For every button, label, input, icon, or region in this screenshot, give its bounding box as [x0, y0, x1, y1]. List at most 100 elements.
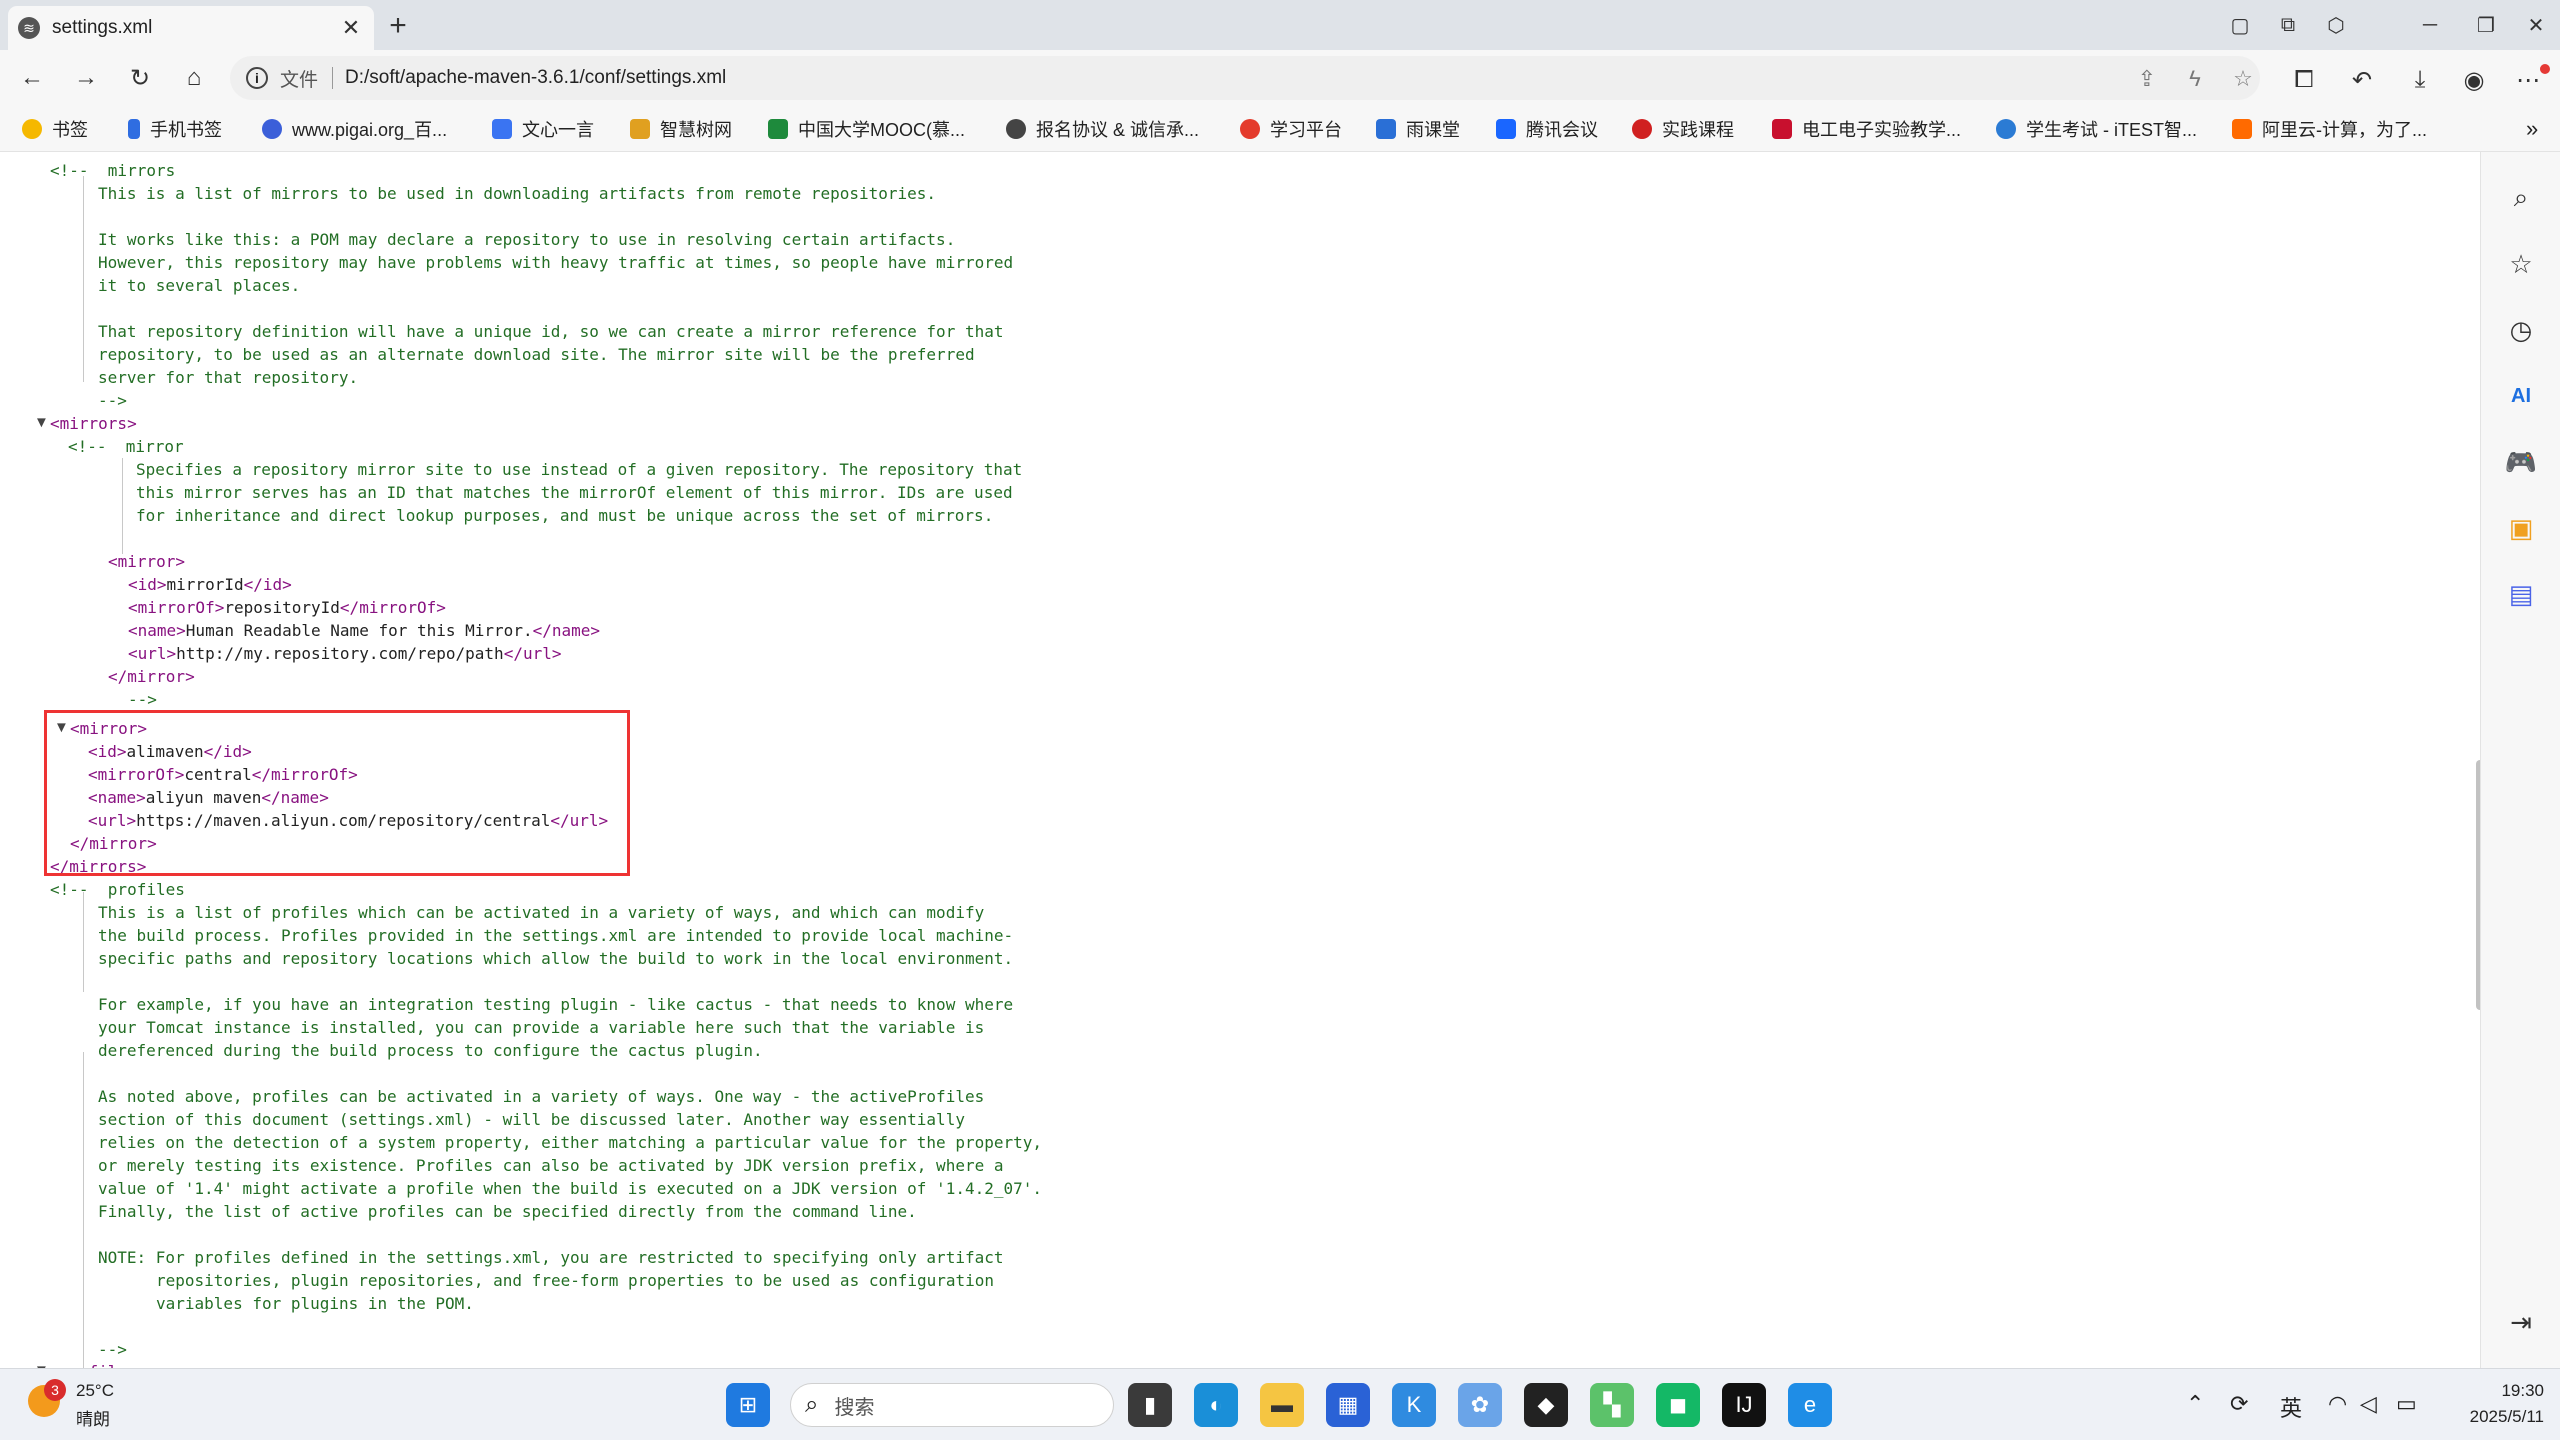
bookmark-item[interactable]: www.pigai.org_百...: [262, 116, 447, 142]
intellij-app-icon[interactable]: IJ: [1722, 1383, 1766, 1427]
address-bar[interactable]: i 文件 D:/soft/apache-maven-3.6.1/conf/set…: [230, 56, 2260, 100]
rain-classroom-icon: [1376, 119, 1396, 139]
address-separator: [332, 67, 334, 89]
ime-indicator[interactable]: 英: [2280, 1391, 2302, 1423]
site-info-icon[interactable]: i: [246, 67, 268, 89]
sidebar-tools-icon[interactable]: ▣: [2501, 508, 2541, 548]
edge-ai-app-icon[interactable]: e: [1788, 1383, 1832, 1427]
maximize-icon[interactable]: ❐: [2466, 8, 2506, 42]
code-line: or merely testing its existence. Profile…: [98, 1156, 1004, 1175]
clock-time[interactable]: 19:30: [2444, 1381, 2544, 1401]
home-icon[interactable]: ⌂: [176, 60, 212, 96]
sidebar-translate-icon[interactable]: ▤: [2501, 574, 2541, 614]
practice-course-icon: [1632, 119, 1652, 139]
highlight-box: [44, 710, 630, 876]
code-line: Finally, the list of active profiles can…: [98, 1202, 917, 1221]
code-line: for inheritance and direct lookup purpos…: [136, 506, 994, 525]
workspaces-icon[interactable]: ⧉: [2268, 8, 2308, 42]
sidebar-history-icon[interactable]: ◷: [2501, 310, 2541, 350]
bookmark-item[interactable]: 书签: [22, 116, 88, 142]
wenxin-icon: [492, 119, 512, 139]
close-tab-icon[interactable]: ✕: [338, 15, 364, 41]
tab-actions-icon[interactable]: ▢: [2220, 8, 2260, 42]
extensions-toolbar-icon[interactable]: ⧠: [2286, 62, 2322, 98]
code-line: section of this document (settings.xml) …: [98, 1110, 965, 1129]
bookmark-item[interactable]: 中国大学MOOC(慕...: [768, 116, 965, 142]
bookmark-item[interactable]: 学生考试 - iTEST智...: [1996, 116, 2197, 142]
code-line: <url>http://my.repository.com/repo/path<…: [128, 644, 562, 663]
bookmark-item[interactable]: 手机书签: [128, 116, 222, 142]
bookmark-item[interactable]: 智慧树网: [630, 116, 732, 142]
indent-guide: [122, 458, 123, 554]
edge-page-icon: [1006, 119, 1026, 139]
code-line: It works like this: a POM may declare a …: [98, 230, 956, 249]
file-explorer-icon[interactable]: ▬: [1260, 1383, 1304, 1427]
taskbar-search[interactable]: ⌕ 搜索: [790, 1383, 1114, 1427]
edge-sidebar: ⌕ ☆ ◷ AI 🎮 ▣ ▤ ⇥: [2480, 152, 2560, 1368]
downloads-icon[interactable]: ⤓: [2402, 62, 2438, 98]
tab-title: settings.xml: [52, 17, 153, 38]
terminal-app-icon[interactable]: ◆: [1524, 1383, 1568, 1427]
new-tab-button[interactable]: +: [380, 8, 416, 44]
code-line: <!-- mirrors: [50, 161, 176, 180]
study-platform-icon: [1240, 119, 1260, 139]
bookmark-item[interactable]: 阿里云-计算，为了...: [2232, 116, 2427, 142]
wifi-icon[interactable]: ◠: [2328, 1391, 2347, 1417]
clock-date[interactable]: 2025/5/11: [2440, 1407, 2544, 1427]
forward-icon[interactable]: →: [68, 60, 104, 96]
bookmark-item[interactable]: 文心一言: [492, 116, 594, 142]
bookmark-item[interactable]: 报名协议 & 诚信承...: [1006, 116, 1199, 142]
weather-badge: 3: [44, 1379, 66, 1401]
edge-app-icon[interactable]: ◐: [1194, 1383, 1238, 1427]
minimize-icon[interactable]: ─: [2410, 8, 2450, 42]
share-icon[interactable]: ⇪: [2132, 64, 2162, 94]
code-line: -->: [98, 391, 127, 410]
k-app-icon[interactable]: K: [1392, 1383, 1436, 1427]
code-line: </mirror>: [108, 667, 195, 686]
favorite-star-icon[interactable]: ☆: [2228, 64, 2258, 94]
bookmark-item[interactable]: 电工电子实验教学...: [1772, 116, 1961, 142]
task-view-icon[interactable]: ▮: [1128, 1383, 1172, 1427]
code-line: However, this repository may have proble…: [98, 253, 1014, 272]
bookmark-star-icon: [22, 119, 42, 139]
notification-dot: [2540, 64, 2550, 74]
wechat-app-icon[interactable]: ◼: [1656, 1383, 1700, 1427]
bookmark-item[interactable]: 实践课程: [1632, 116, 1734, 142]
code-line: <id>mirrorId</id>: [128, 575, 292, 594]
refresh-icon[interactable]: ↻: [122, 60, 158, 96]
paint-app-icon[interactable]: ✿: [1458, 1383, 1502, 1427]
sidebar-ai-icon[interactable]: AI: [2501, 376, 2541, 416]
aliyun-icon: [2232, 119, 2252, 139]
start-icon[interactable]: ⊞: [726, 1383, 770, 1427]
extensions-icon[interactable]: ⬡: [2316, 8, 2356, 42]
code-line: <!-- profiles: [50, 880, 185, 899]
collapse-triangle-icon[interactable]: ▼: [34, 414, 49, 431]
code-line: <profiles>: [50, 1360, 146, 1368]
browser-tab[interactable]: ≋ settings.xml ✕: [8, 6, 374, 50]
back-icon[interactable]: ←: [14, 60, 50, 96]
undo-icon[interactable]: ↶: [2344, 62, 2380, 98]
tray-sync-icon[interactable]: ⟳: [2230, 1391, 2248, 1417]
sidebar-search-icon[interactable]: ⌕: [2501, 178, 2541, 218]
bookmark-item[interactable]: 雨课堂: [1376, 116, 1460, 142]
code-line: That repository definition will have a u…: [98, 322, 1004, 341]
search-icon: ⌕: [805, 1391, 819, 1418]
close-window-icon[interactable]: ✕: [2516, 8, 2556, 42]
performance-icon[interactable]: ϟ: [2180, 64, 2210, 94]
bookmark-item[interactable]: 腾讯会议: [1496, 116, 1598, 142]
battery-icon[interactable]: ▭: [2396, 1391, 2417, 1417]
sidebar-collapse-icon[interactable]: ⇥: [2501, 1302, 2541, 1342]
pycharm-app-icon[interactable]: ▚: [1590, 1383, 1634, 1427]
sidebar-games-icon[interactable]: 🎮: [2501, 442, 2541, 482]
code-line: <mirrors>: [50, 414, 137, 433]
url-text[interactable]: D:/soft/apache-maven-3.6.1/conf/settings…: [345, 67, 726, 89]
lab-teaching-icon: [1772, 119, 1792, 139]
tray-overflow-icon[interactable]: ⌃: [2186, 1391, 2204, 1417]
store-icon[interactable]: ▦: [1326, 1383, 1370, 1427]
profile-avatar-icon[interactable]: ◉: [2456, 62, 2492, 98]
bookmark-item[interactable]: 学习平台: [1240, 116, 1342, 142]
sidebar-favorites-icon[interactable]: ☆: [2501, 244, 2541, 284]
bookmark-icon: [128, 119, 140, 139]
volume-icon[interactable]: ◁: [2360, 1391, 2377, 1417]
more-bookmarks-icon[interactable]: »: [2526, 116, 2538, 142]
